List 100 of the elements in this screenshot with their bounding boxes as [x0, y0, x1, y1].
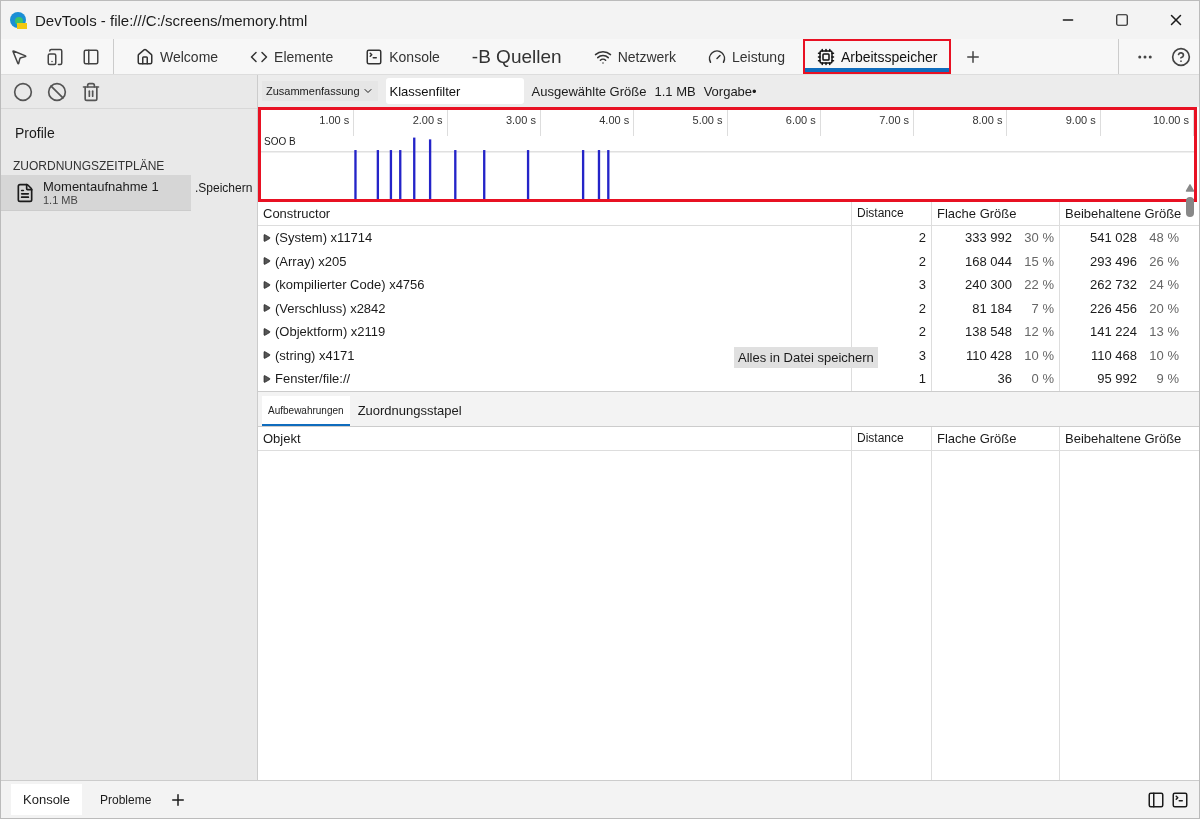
drawer-tab[interactable]: Probleme [88, 784, 164, 815]
table-cell: 293 496 [1090, 253, 1137, 269]
snapshot-name: Momentaufnahme 1 [43, 179, 159, 194]
clear-icon[interactable] [47, 81, 67, 102]
column-header[interactable]: Beibehaltene Größe [1059, 426, 1199, 451]
table-cell[interactable]: (Objektform) x2119 [258, 320, 851, 344]
expand-icon[interactable] [263, 233, 271, 242]
constructor-name: (kompilierter Code) x4756 [275, 277, 425, 293]
constructor-name: (string) x4171 [275, 347, 355, 363]
time-tick: 1.00 s [261, 110, 355, 136]
constructor-name: (Array) x205 [275, 253, 347, 269]
table-cell: 240 300 [965, 277, 1012, 293]
table-cell: 95 992 [1097, 371, 1137, 387]
column-header[interactable]: Constructor [258, 202, 851, 226]
expand-icon[interactable] [263, 351, 271, 360]
expand-icon[interactable] [263, 257, 271, 266]
table-cell: 36 [997, 371, 1012, 387]
table-cell: 3 [851, 273, 931, 297]
time-tick: 8.00 s [914, 110, 1008, 136]
time-tick: 9.00 s [1007, 110, 1101, 136]
class-filter-field[interactable]: Klassenfilter [385, 78, 524, 104]
save-label[interactable]: .Speichern [195, 175, 253, 195]
percent-cell-text: 22 % [1023, 277, 1054, 293]
table-cell: 333 992 [965, 230, 1012, 246]
percent-cell-text: 10 % [1148, 347, 1179, 363]
expand-icon[interactable] [263, 327, 271, 336]
table-cell: 168 044 [965, 253, 1012, 269]
panel-tab[interactable]: -B Quellen [457, 39, 576, 74]
allocation-timeline[interactable]: 1.00 s 2.00 s 3.00 s 4.00 s 5.00 s 6.00 s 7.00 s 8.00 s 9.00 s 10.00 s SOO B [258, 107, 1197, 202]
drawer-tab[interactable]: Konsole [11, 784, 82, 815]
home-icon [136, 47, 154, 66]
percent-cell-text: 24 % [1148, 277, 1179, 293]
browser-logo-icon [9, 11, 27, 29]
table-cell: 81 184 [972, 300, 1012, 316]
expand-icon[interactable] [263, 304, 271, 313]
constructor-name: (Objektform) x2119 [275, 324, 386, 340]
constructor-name: (Verschluss) x2842 [275, 300, 386, 316]
panel-tab[interactable]: Welcome [122, 39, 233, 74]
table-cell: 2 [851, 226, 931, 250]
table-cell: 2 [851, 320, 931, 344]
panel-tab[interactable]: Leistung [694, 39, 799, 74]
column-header[interactable]: Distance [851, 202, 931, 226]
gauge-icon [708, 47, 726, 66]
record-icon[interactable] [13, 81, 33, 102]
column-header[interactable]: Flache Größe [931, 202, 1059, 226]
percent-cell-text: 20 % [1148, 300, 1179, 316]
selected-size-label: Ausgewählte Größe [531, 83, 647, 99]
table-cell[interactable]: (Array) x205 [258, 249, 851, 273]
section-heading: ZUORDNUNGSZEITPLÄNE [12, 158, 166, 175]
percent-cell-text: 13 % [1148, 324, 1179, 340]
percent-cell-text: 10 % [1023, 347, 1054, 363]
table-cell: 262 732 [1090, 277, 1137, 293]
column-header[interactable]: Flache Größe [931, 426, 1059, 451]
scroll-up-icon[interactable] [1185, 183, 1195, 193]
panel-tab[interactable]: Konsole [351, 39, 454, 74]
table-cell: 226 456 [1090, 300, 1137, 316]
table-cell[interactable]: (Verschluss) x2842 [258, 296, 851, 320]
expand-icon[interactable] [263, 374, 271, 383]
default-label[interactable]: Vorgabe• [703, 83, 757, 99]
drawer-icon[interactable] [1171, 790, 1189, 809]
selected-size-value: 1.1 MB [654, 83, 696, 99]
constructor-name: Fenster/file:// [275, 371, 351, 387]
percent-cell-text: 48 % [1148, 230, 1179, 246]
view-dropdown[interactable]: Zusammenfassung [262, 81, 378, 101]
time-tick: 2.00 s [354, 110, 448, 136]
table-cell: 2 [851, 249, 931, 273]
percent-cell-text: 7 % [1030, 300, 1054, 316]
time-tick: 3.00 s [447, 110, 541, 136]
time-tick: 6.00 s [727, 110, 821, 136]
table-cell[interactable]: (kompilierter Code) x4756 [258, 273, 851, 297]
time-tick: 7.00 s [820, 110, 915, 136]
retainers-tab[interactable]: Aufbewahrungen [262, 395, 350, 426]
panel-tab[interactable]: Arbeitsspeicher [802, 39, 952, 74]
expand-icon[interactable] [263, 280, 271, 289]
percent-cell-text: 15 % [1023, 253, 1054, 269]
snapshot-item[interactable]: Momentaufnahme 1 1.1 MB [1, 175, 191, 211]
column-header[interactable]: Objekt [258, 426, 851, 451]
panel-tab[interactable]: Netzwerk [579, 39, 690, 74]
retainers-tab[interactable]: Zuordnungsstapel [351, 395, 468, 426]
time-tick: 5.00 s [634, 110, 728, 136]
maximize-icon[interactable] [1115, 13, 1129, 27]
table-cell: 2 [851, 296, 931, 320]
terminal-icon [365, 47, 384, 66]
table-cell: 110 428 [965, 347, 1012, 363]
table-cell[interactable]: Fenster/file:// [258, 367, 851, 391]
table-cell: 138 548 [965, 324, 1012, 340]
scrollbar-thumb[interactable] [1186, 197, 1194, 217]
snapshot-size: 1.1 MB [43, 194, 79, 206]
percent-cell-text: 30 % [1023, 230, 1054, 246]
scale-label: SOO B [263, 136, 297, 147]
percent-cell-text: 9 % [1155, 371, 1179, 387]
panel-tab[interactable]: Elemente [236, 39, 348, 74]
time-tick: 10.00 s [1100, 110, 1194, 136]
trash-icon[interactable] [81, 81, 101, 102]
table-cell[interactable]: (System) x11714 [258, 226, 851, 250]
percent-cell-text: 26 % [1148, 253, 1179, 269]
column-header[interactable]: Distance [851, 426, 931, 451]
dock-icon[interactable] [1147, 790, 1165, 809]
table-cell: 141 224 [1090, 324, 1137, 340]
chip-icon [816, 47, 835, 66]
